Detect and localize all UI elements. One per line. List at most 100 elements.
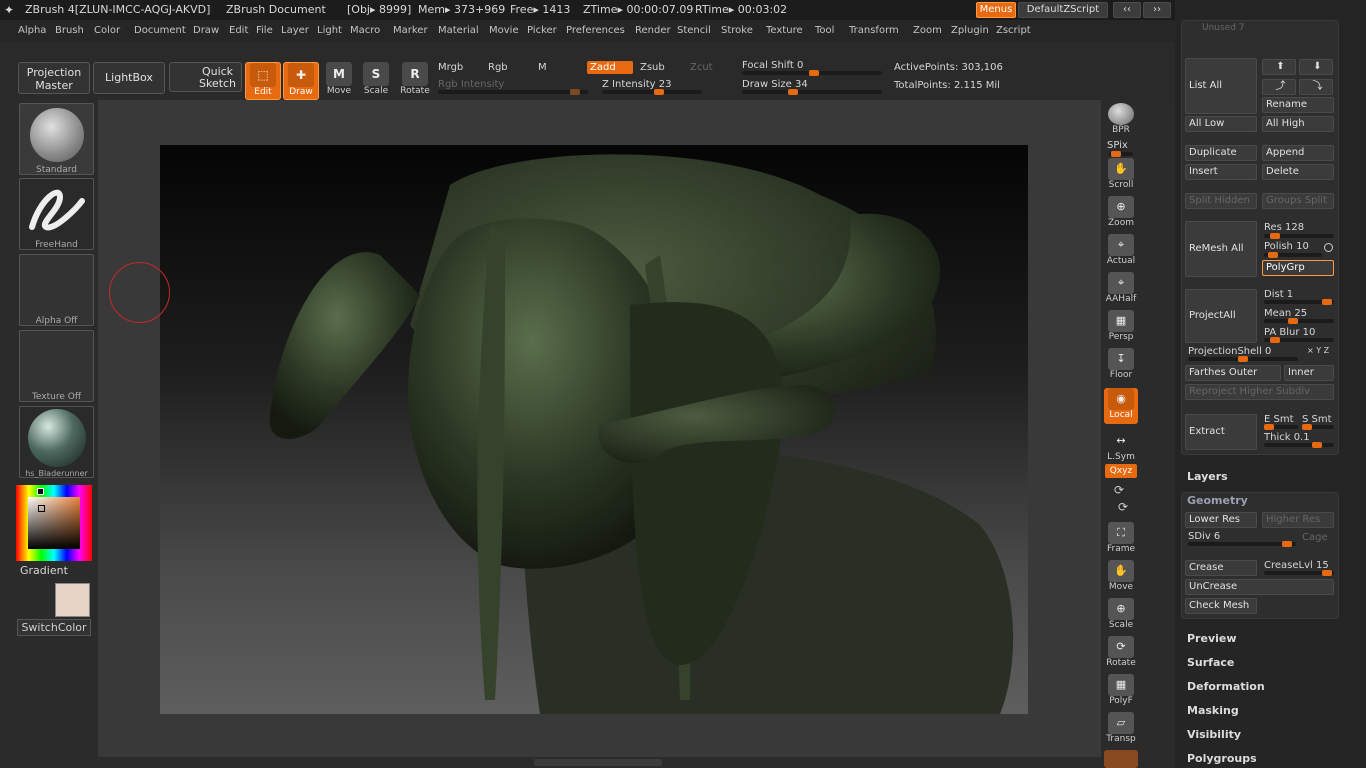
surface-section[interactable]: Surface [1187, 656, 1234, 669]
rename-button[interactable]: Rename [1262, 97, 1334, 113]
inner-button[interactable]: Inner [1284, 365, 1334, 381]
sdiv-slider[interactable] [1188, 541, 1296, 547]
menu-movie[interactable]: Movie [489, 25, 519, 36]
extract-button[interactable]: Extract [1185, 414, 1257, 450]
xyz-button[interactable]: Qxyz [1105, 464, 1137, 478]
menu-zoom[interactable]: Zoom [913, 25, 942, 36]
zoom-button[interactable]: ⊕ Zoom [1104, 196, 1138, 232]
farthest-outer-button[interactable]: Farthes Outer [1185, 365, 1281, 381]
visibility-section[interactable]: Visibility [1187, 728, 1241, 741]
menu-stencil[interactable]: Stencil [677, 25, 711, 36]
split-hidden-button[interactable]: Split Hidden [1185, 193, 1257, 209]
zsub-button[interactable]: Zsub [640, 62, 665, 73]
menu-light[interactable]: Light [317, 25, 342, 36]
z-intensity-slider[interactable] [602, 89, 702, 95]
menu-alpha[interactable]: Alpha [18, 25, 46, 36]
menu-render[interactable]: Render [635, 25, 671, 36]
menu-brush[interactable]: Brush [55, 25, 84, 36]
edit-button[interactable]: ⬚ Edit [245, 62, 281, 100]
aahalf-button[interactable]: ⌖ AAHalf [1104, 272, 1138, 308]
sdiv-label[interactable]: SDiv 6 [1188, 531, 1220, 542]
color-square[interactable] [28, 497, 80, 549]
scroll-button[interactable]: ✋ Scroll [1104, 158, 1138, 194]
undo-arrow-icon[interactable]: ⤵ [1299, 79, 1333, 95]
rotate-axis-icon[interactable]: ⟳ [1114, 483, 1124, 497]
menu-document[interactable]: Document [134, 25, 186, 36]
lower-res-button[interactable]: Lower Res [1185, 512, 1257, 528]
material-thumb[interactable]: hs_Bladerunner [19, 406, 94, 478]
persp-button[interactable]: ▦ Persp [1104, 310, 1138, 346]
zadd-button[interactable]: Zadd [587, 61, 633, 74]
next-icon[interactable]: ›› [1143, 2, 1171, 18]
projection-shell-slider[interactable] [1188, 356, 1298, 362]
crease-level-slider[interactable] [1264, 570, 1334, 576]
reproject-higher-subdiv-button[interactable]: Reproject Higher Subdiv [1185, 384, 1334, 400]
move-button[interactable]: M Move [321, 62, 357, 100]
all-low-button[interactable]: All Low [1185, 116, 1257, 132]
menu-draw[interactable]: Draw [193, 25, 219, 36]
rotate-view-button[interactable]: ⟳ Rotate [1104, 636, 1138, 672]
axis-toggles[interactable]: × Y Z [1307, 346, 1329, 355]
menu-edit[interactable]: Edit [229, 25, 248, 36]
menu-zscript[interactable]: Zscript [996, 25, 1031, 36]
move-view-button[interactable]: ✋ Move [1104, 560, 1138, 596]
move-down-icon[interactable]: ⬇ [1299, 59, 1333, 75]
move-up-icon[interactable]: ⬆ [1262, 59, 1296, 75]
draw-button[interactable]: ✚ Draw [283, 62, 319, 100]
draw-size-label[interactable]: Draw Size 34 [742, 79, 808, 90]
texture-off-thumb[interactable]: Texture Off [19, 330, 94, 402]
redo-arrow-icon[interactable]: ⤴ [1262, 79, 1296, 95]
mrgb-button[interactable]: Mrgb [438, 62, 463, 73]
mean-label[interactable]: Mean 25 [1264, 308, 1307, 319]
menu-stroke[interactable]: Stroke [721, 25, 753, 36]
rgb-intensity-slider[interactable] [438, 89, 588, 95]
brush-standard-thumb[interactable]: Standard [19, 103, 94, 175]
menu-texture[interactable]: Texture [766, 25, 803, 36]
menu-macro[interactable]: Macro [350, 25, 380, 36]
insert-button[interactable]: Insert [1185, 164, 1257, 180]
mean-slider[interactable] [1264, 318, 1334, 324]
lightbox-button[interactable]: LightBox [93, 62, 165, 94]
delete-button[interactable]: Delete [1262, 164, 1334, 180]
zcut-button[interactable]: Zcut [690, 62, 713, 73]
menu-marker[interactable]: Marker [393, 25, 428, 36]
e-smt-slider[interactable] [1264, 424, 1298, 430]
bottom-shelf-toggle[interactable] [534, 759, 662, 766]
deformation-section[interactable]: Deformation [1187, 680, 1265, 693]
default-zscript-button[interactable]: DefaultZScript [1018, 2, 1108, 18]
preview-section[interactable]: Preview [1187, 632, 1237, 645]
list-all-button[interactable]: List All [1185, 58, 1257, 114]
sculpt-model-image[interactable] [160, 145, 1028, 714]
dist-slider[interactable] [1264, 299, 1334, 305]
local-button[interactable]: ◉ Local [1104, 388, 1138, 424]
scale-button[interactable]: S Scale [358, 62, 394, 100]
polygrp-toggle[interactable]: PolyGrp [1262, 260, 1334, 276]
menu-file[interactable]: File [256, 25, 273, 36]
polyf-button[interactable]: ▦ PolyF [1104, 674, 1138, 710]
projection-shell-label[interactable]: ProjectionShell 0 [1188, 346, 1271, 357]
spix-slider[interactable] [1109, 151, 1133, 157]
focal-shift-slider[interactable] [742, 70, 882, 76]
geometry-section[interactable]: Geometry [1187, 494, 1248, 507]
draw-size-slider[interactable] [742, 89, 882, 95]
secondary-color-swatch[interactable] [55, 583, 90, 617]
transp-button[interactable]: ▱ Transp [1104, 712, 1138, 748]
actual-button[interactable]: ⌖ Actual [1104, 234, 1138, 270]
menu-material[interactable]: Material [438, 25, 479, 36]
rgb-intensity-label[interactable]: Rgb Intensity [438, 79, 504, 90]
menu-zplugin[interactable]: Zplugin [951, 25, 989, 36]
res-label[interactable]: Res 128 [1264, 222, 1304, 233]
menu-transform[interactable]: Transform [849, 25, 899, 36]
focal-shift-label[interactable]: Focal Shift 0 [742, 60, 803, 71]
menus-button[interactable]: Menus [976, 2, 1016, 18]
rotate-button[interactable]: R Rotate [397, 62, 433, 100]
menu-tool[interactable]: Tool [815, 25, 834, 36]
floor-button[interactable]: ↧ Floor [1104, 348, 1138, 384]
frame-button[interactable]: ⛶ Frame [1104, 522, 1138, 558]
layers-section[interactable]: Layers [1187, 470, 1228, 483]
all-high-button[interactable]: All High [1262, 116, 1334, 132]
masking-section[interactable]: Masking [1187, 704, 1239, 717]
quick-sketch-button[interactable]: Quick Sketch [169, 62, 242, 92]
polygroups-section[interactable]: Polygroups [1187, 752, 1257, 765]
polish-label[interactable]: Polish 10 [1264, 241, 1309, 252]
